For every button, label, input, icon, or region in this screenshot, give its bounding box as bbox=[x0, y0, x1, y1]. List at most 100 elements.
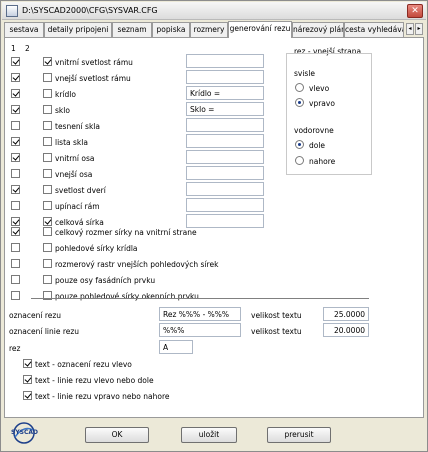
row-checkbox-col1[interactable] bbox=[11, 57, 20, 66]
row-label: vnitrní svetlost rámu bbox=[55, 58, 133, 67]
bottom-checkbox[interactable] bbox=[23, 375, 32, 384]
extra-checkbox-col1[interactable] bbox=[11, 227, 20, 236]
ok-button[interactable]: OK bbox=[85, 427, 149, 443]
row-text-input[interactable] bbox=[186, 166, 264, 180]
row-checkbox-col2[interactable] bbox=[43, 217, 52, 226]
row-text-input[interactable] bbox=[186, 70, 264, 84]
row-checkbox-col1[interactable] bbox=[11, 201, 20, 210]
window-title: D:\SYSCAD2000\CFG\SYSVAR.CFG bbox=[22, 6, 158, 15]
rez-input[interactable]: A bbox=[159, 340, 193, 354]
rez-label: rez bbox=[9, 344, 21, 353]
row-checkbox-col2[interactable] bbox=[43, 121, 52, 130]
row-checkbox-col1[interactable] bbox=[11, 137, 20, 146]
extra-row-label: pouze pohledové sírky okenních prvku bbox=[55, 292, 199, 301]
row-label: lista skla bbox=[55, 138, 88, 147]
row-checkbox-col1[interactable] bbox=[11, 169, 20, 178]
tab-sestava[interactable]: sestava bbox=[4, 22, 44, 37]
extra-row-label: pohledové sírky krídla bbox=[55, 244, 138, 253]
row-checkbox-col2[interactable] bbox=[43, 153, 52, 162]
row-label: vnejší osa bbox=[55, 170, 93, 179]
row-text-input[interactable]: Krídlo = bbox=[186, 86, 264, 100]
row-label: vnitrní osa bbox=[55, 154, 95, 163]
row-text-input[interactable] bbox=[186, 54, 264, 68]
tab-scroll-left-icon[interactable]: ◂ bbox=[406, 23, 414, 35]
tab-detaily-pripojeni[interactable]: detaily pripojeni bbox=[44, 22, 112, 37]
text-size-label-1: velikost textu bbox=[251, 311, 302, 320]
row-checkbox-col1[interactable] bbox=[11, 185, 20, 194]
bottom-checkbox[interactable] bbox=[23, 391, 32, 400]
radio-button[interactable] bbox=[295, 98, 304, 107]
row-text-input[interactable] bbox=[186, 214, 264, 228]
row-checkbox-col1[interactable] bbox=[11, 217, 20, 226]
tab-seznam[interactable]: seznam bbox=[112, 22, 152, 37]
vertical-label: svisle bbox=[294, 69, 316, 78]
line-marking-input[interactable]: %%% bbox=[159, 323, 241, 337]
extra-checkbox-col1[interactable] bbox=[11, 275, 20, 284]
row-label: svetlost dverí bbox=[55, 186, 106, 195]
row-checkbox-col1[interactable] bbox=[11, 73, 20, 82]
cancel-button[interactable]: prerusit bbox=[267, 427, 331, 443]
tab-narezovy-plan[interactable]: nárezový plán bbox=[292, 22, 344, 37]
extra-checkbox-col1[interactable] bbox=[11, 259, 20, 268]
extra-checkbox-col2[interactable] bbox=[43, 275, 52, 284]
row-checkbox-col2[interactable] bbox=[43, 89, 52, 98]
row-checkbox-col2[interactable] bbox=[43, 105, 52, 114]
extra-checkbox-col1[interactable] bbox=[11, 243, 20, 252]
extra-checkbox-col2[interactable] bbox=[43, 259, 52, 268]
text-size-input-1[interactable]: 25.0000 bbox=[323, 307, 369, 321]
radio-label: nahore bbox=[309, 157, 336, 166]
row-label: sklo bbox=[55, 106, 70, 115]
row-checkbox-col1[interactable] bbox=[11, 153, 20, 162]
syscad-logo: SYSCAD bbox=[11, 421, 39, 445]
bottom-checkbox-label: text - linie rezu vpravo nebo nahore bbox=[35, 392, 170, 401]
tab-scroll-right-icon[interactable]: ▸ bbox=[415, 23, 423, 35]
bottom-checkbox-label: text - linie rezu vlevo nebo dole bbox=[35, 376, 154, 385]
logo-text: SYSCAD bbox=[11, 429, 39, 436]
text-size-label-2: velikost textu bbox=[251, 327, 302, 336]
row-checkbox-col2[interactable] bbox=[43, 185, 52, 194]
radio-button[interactable] bbox=[295, 83, 304, 92]
section-marking-input[interactable]: Rez %%% - %%% bbox=[159, 307, 241, 321]
radio-label: vlevo bbox=[309, 84, 330, 93]
radio-label: vpravo bbox=[309, 99, 335, 108]
extra-checkbox-col1[interactable] bbox=[11, 291, 20, 300]
row-checkbox-col1[interactable] bbox=[11, 121, 20, 130]
row-label: upínací rám bbox=[55, 202, 100, 211]
row-label: krídlo bbox=[55, 90, 76, 99]
separator-line bbox=[31, 298, 369, 299]
tab-popiska[interactable]: popiska bbox=[152, 22, 190, 37]
extra-row-label: rozmerový rastr vnejších pohledových sír… bbox=[55, 260, 219, 269]
tab-cesta-vyhledavani[interactable]: cesta vyhledávání bbox=[344, 22, 404, 37]
row-text-input[interactable] bbox=[186, 198, 264, 212]
row-checkbox-col1[interactable] bbox=[11, 105, 20, 114]
row-checkbox-col2[interactable] bbox=[43, 73, 52, 82]
extra-row-label: pouze osy fasádních prvku bbox=[55, 276, 156, 285]
extra-checkbox-col2[interactable] bbox=[43, 243, 52, 252]
bottom-checkbox[interactable] bbox=[23, 359, 32, 368]
column-2-label: 2 bbox=[25, 44, 30, 53]
extra-checkbox-col2[interactable] bbox=[43, 227, 52, 236]
line-label: oznacení linie rezu bbox=[9, 327, 80, 336]
radio-button[interactable] bbox=[295, 140, 304, 149]
row-text-input[interactable] bbox=[186, 150, 264, 164]
save-button[interactable]: uložit bbox=[181, 427, 237, 443]
radio-label: dole bbox=[309, 141, 326, 150]
close-icon[interactable]: ✕ bbox=[407, 4, 423, 18]
row-checkbox-col2[interactable] bbox=[43, 169, 52, 178]
row-checkbox-col2[interactable] bbox=[43, 137, 52, 146]
section-label: oznacení rezu bbox=[9, 311, 62, 320]
row-checkbox-col2[interactable] bbox=[43, 57, 52, 66]
dialog-window: D:\SYSCAD2000\CFG\SYSVAR.CFG ✕ sestava d… bbox=[0, 0, 428, 452]
row-text-input[interactable] bbox=[186, 134, 264, 148]
row-text-input[interactable]: Sklo = bbox=[186, 102, 264, 116]
row-checkbox-col1[interactable] bbox=[11, 89, 20, 98]
row-checkbox-col2[interactable] bbox=[43, 201, 52, 210]
radio-button[interactable] bbox=[295, 156, 304, 165]
text-size-input-2[interactable]: 20.0000 bbox=[323, 323, 369, 337]
tab-generovani-rezu[interactable]: generování rezu bbox=[228, 21, 292, 38]
row-text-input[interactable] bbox=[186, 118, 264, 132]
horizontal-label: vodorovne bbox=[294, 126, 334, 135]
tab-rozmery[interactable]: rozmery bbox=[190, 22, 228, 37]
row-label: tesnení skla bbox=[55, 122, 100, 131]
row-text-input[interactable] bbox=[186, 182, 264, 196]
